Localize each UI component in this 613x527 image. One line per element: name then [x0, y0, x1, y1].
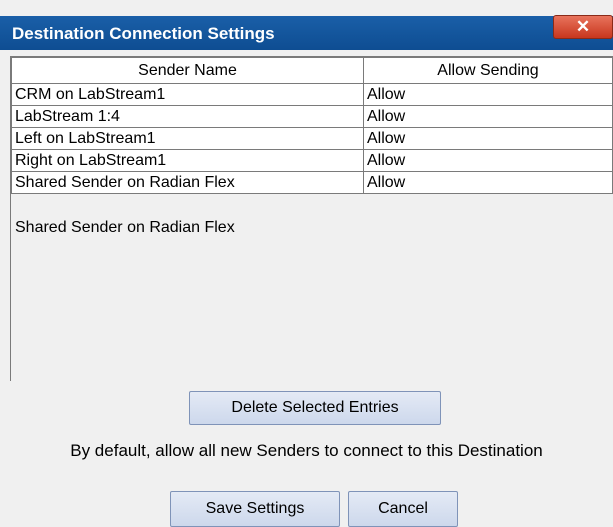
column-header-allow-sending[interactable]: Allow Sending — [363, 57, 613, 84]
default-allow-text: By default, allow all new Senders to con… — [70, 441, 543, 460]
table-header-row: Sender Name Allow Sending — [11, 57, 613, 84]
sender-name-cell[interactable]: Left on LabStream1 — [11, 127, 364, 150]
table-row[interactable]: LabStream 1:4 Allow — [11, 105, 613, 128]
cancel-button[interactable]: Cancel — [348, 491, 458, 527]
allow-sending-cell[interactable]: Allow — [363, 171, 613, 194]
sender-name-cell[interactable]: Shared Sender on Radian Flex — [11, 171, 364, 194]
table-row[interactable]: Shared Sender on Radian Flex Allow — [11, 171, 613, 194]
sender-name-cell[interactable]: CRM on LabStream1 — [11, 83, 364, 106]
save-settings-button[interactable]: Save Settings — [170, 491, 340, 527]
title-bar: Destination Connection Settings — [0, 16, 613, 50]
senders-panel: Sender Name Allow Sending CRM on LabStre… — [10, 56, 613, 381]
table-row[interactable]: Right on LabStream1 Allow — [11, 149, 613, 172]
senders-table: Sender Name Allow Sending CRM on LabStre… — [11, 57, 613, 194]
dialog-window: Destination Connection Settings ✕ Sender… — [0, 0, 613, 527]
close-icon: ✕ — [575, 17, 591, 36]
selected-entry-label: Shared Sender on Radian Flex — [15, 219, 235, 236]
column-header-sender-name[interactable]: Sender Name — [11, 57, 364, 84]
sender-name-cell[interactable]: LabStream 1:4 — [11, 105, 364, 128]
table-row[interactable]: CRM on LabStream1 Allow — [11, 83, 613, 106]
allow-sending-cell[interactable]: Allow — [363, 83, 613, 106]
allow-sending-cell[interactable]: Allow — [363, 105, 613, 128]
delete-selected-entries-button[interactable]: Delete Selected Entries — [189, 391, 441, 425]
close-button[interactable]: ✕ — [553, 15, 613, 39]
table-row[interactable]: Left on LabStream1 Allow — [11, 127, 613, 150]
allow-sending-cell[interactable]: Allow — [363, 127, 613, 150]
sender-name-cell[interactable]: Right on LabStream1 — [11, 149, 364, 172]
allow-sending-cell[interactable]: Allow — [363, 149, 613, 172]
window-title: Destination Connection Settings — [12, 24, 275, 43]
